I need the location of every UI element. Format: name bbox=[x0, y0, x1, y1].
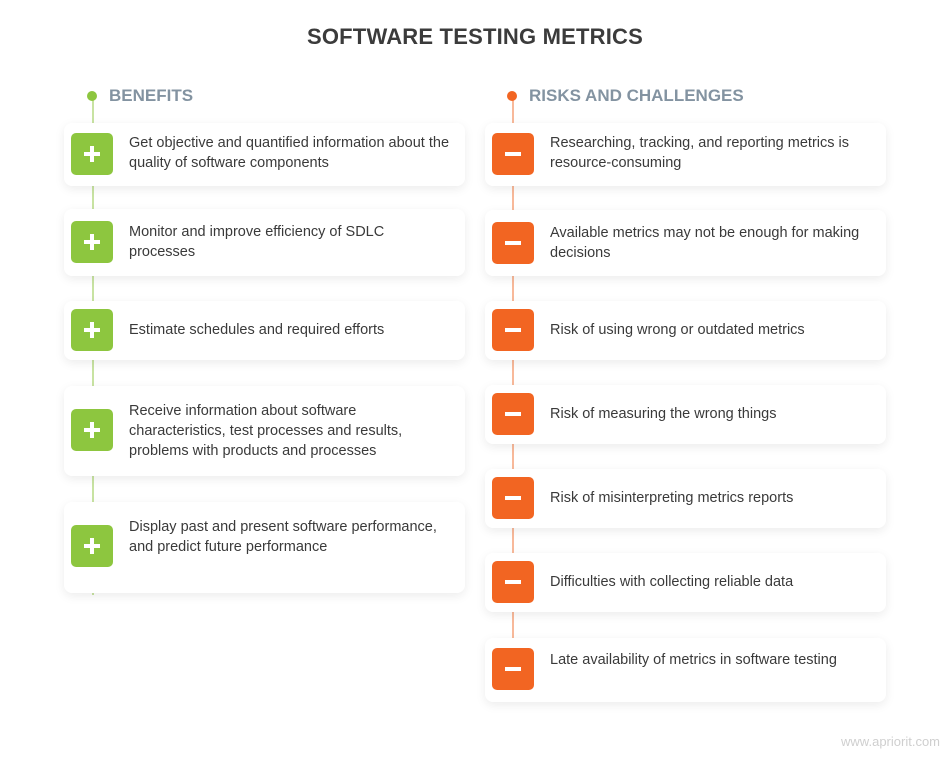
benefit-card: Estimate schedules and required efforts bbox=[64, 301, 465, 360]
minus-icon bbox=[492, 393, 534, 435]
benefit-card: Receive information about software chara… bbox=[64, 386, 465, 476]
benefit-card: Monitor and improve efficiency of SDLC p… bbox=[64, 209, 465, 276]
risk-card: Risk of measuring the wrong things bbox=[485, 385, 886, 444]
benefit-text: Display past and present software perfor… bbox=[129, 519, 437, 555]
risks-dot-icon bbox=[507, 91, 517, 101]
risk-text: Risk of misinterpreting metrics reports bbox=[550, 490, 794, 506]
risk-card: Risk of using wrong or outdated metrics bbox=[485, 301, 886, 360]
risk-text: Late availability of metrics in software… bbox=[550, 652, 837, 668]
benefit-card: Display past and present software perfor… bbox=[64, 502, 465, 593]
risk-card: Risk of misinterpreting metrics reports bbox=[485, 469, 886, 528]
plus-icon bbox=[71, 309, 113, 351]
minus-icon bbox=[492, 477, 534, 519]
minus-icon bbox=[492, 309, 534, 351]
benefit-text: Receive information about software chara… bbox=[129, 403, 403, 459]
benefits-dot-icon bbox=[87, 91, 97, 101]
risk-text: Risk of measuring the wrong things bbox=[550, 406, 777, 422]
benefit-text: Get objective and quantified information… bbox=[129, 135, 450, 171]
benefits-heading: BENEFITS bbox=[87, 86, 193, 106]
risk-card: Available metrics may not be enough for … bbox=[485, 210, 886, 276]
risk-card: Researching, tracking, and reporting met… bbox=[485, 123, 886, 186]
plus-icon bbox=[71, 133, 113, 175]
risk-text: Risk of using wrong or outdated metrics bbox=[550, 322, 805, 338]
risk-card: Late availability of metrics in software… bbox=[485, 638, 886, 702]
plus-icon bbox=[71, 525, 113, 567]
risks-heading-label: RISKS AND CHALLENGES bbox=[529, 86, 744, 105]
risk-text: Difficulties with collecting reliable da… bbox=[550, 574, 794, 590]
benefit-card: Get objective and quantified information… bbox=[64, 123, 465, 186]
minus-icon bbox=[492, 561, 534, 603]
plus-icon bbox=[71, 221, 113, 263]
risk-text: Available metrics may not be enough for … bbox=[550, 225, 860, 261]
benefit-text: Estimate schedules and required efforts bbox=[129, 322, 385, 338]
watermark: www.apriorit.com bbox=[841, 734, 940, 749]
minus-icon bbox=[492, 133, 534, 175]
benefit-text: Monitor and improve efficiency of SDLC p… bbox=[129, 224, 385, 260]
minus-icon bbox=[492, 648, 534, 690]
benefits-heading-label: BENEFITS bbox=[109, 86, 194, 105]
plus-icon bbox=[71, 409, 113, 451]
risk-text: Researching, tracking, and reporting met… bbox=[550, 135, 849, 171]
risk-card: Difficulties with collecting reliable da… bbox=[485, 553, 886, 612]
minus-icon bbox=[492, 222, 534, 264]
page-title: SOFTWARE TESTING METRICS bbox=[306, 24, 644, 49]
risks-heading: RISKS AND CHALLENGES bbox=[507, 86, 744, 106]
